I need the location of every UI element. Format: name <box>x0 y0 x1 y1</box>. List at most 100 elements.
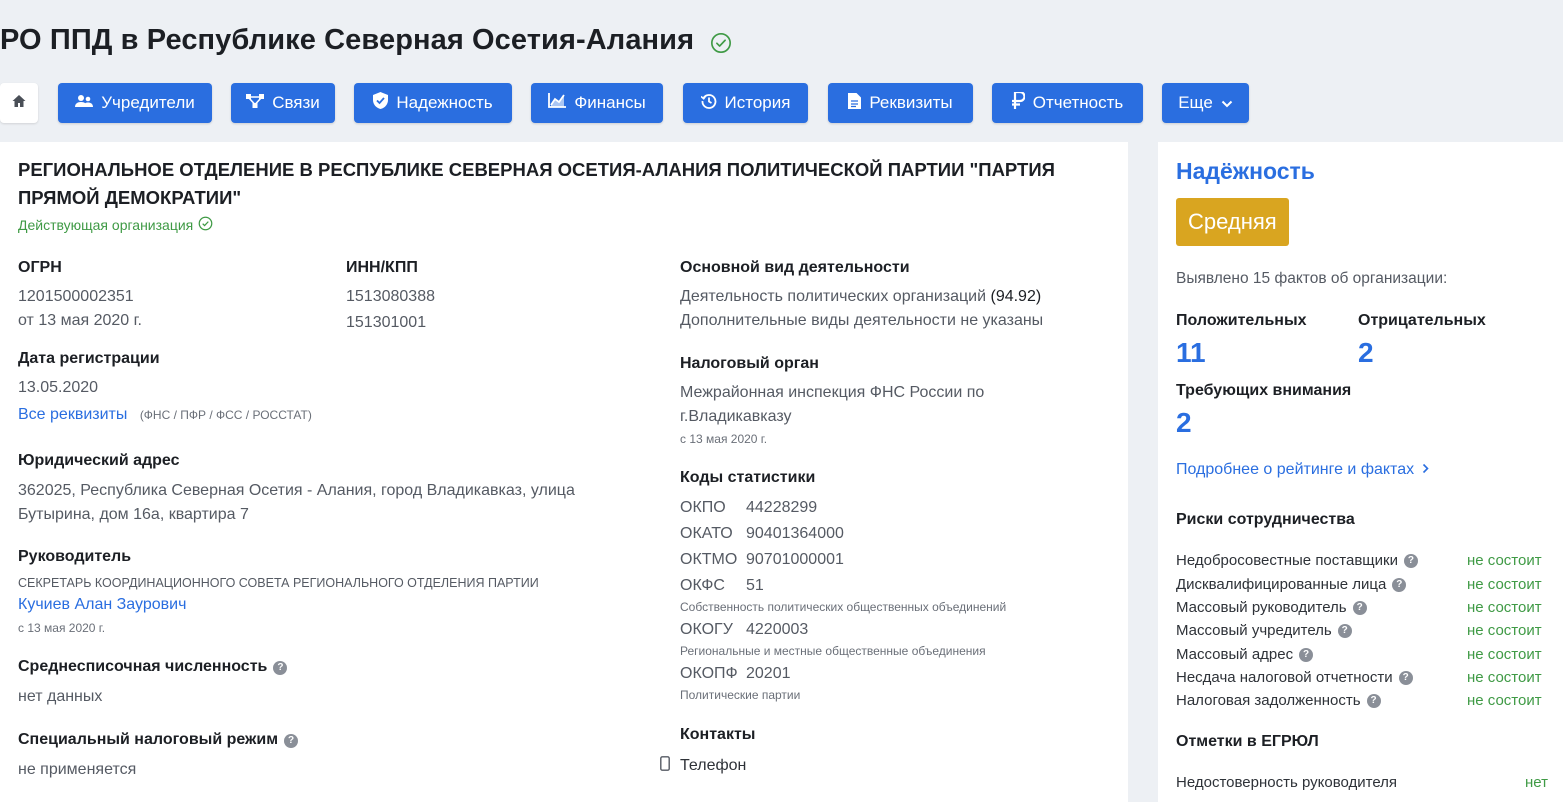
check-circle-icon <box>198 216 213 234</box>
okato-row: ОКАТО 90401364000 <box>680 525 844 542</box>
requisites-sources: (ФНС / ПФР / ФСС / РОССТАТ) <box>139 408 312 422</box>
okopf-row: ОКОПФ 20201 <box>680 665 791 682</box>
negative-label: Отрицательных <box>1358 312 1486 329</box>
tax-office-line1: Межрайонная инспекция ФНС России по <box>680 384 985 401</box>
finance-tab-button[interactable]: Финансы <box>531 83 663 123</box>
attention-label: Требующих внимания <box>1176 382 1352 399</box>
risk-row: Дисквалифицированные лица? <box>1176 576 1407 593</box>
tax-regime-label: Специальный налоговый режим? <box>18 731 299 749</box>
ogrn-date: от 13 мая 2020 г. <box>18 312 142 329</box>
egrul-row: Недостоверность руководителя <box>1176 774 1398 791</box>
risks-label: Риски сотрудничества <box>1176 511 1355 528</box>
activity-label: Основной вид деятельности <box>680 259 910 276</box>
phone-row[interactable]: Телефон <box>660 756 746 776</box>
attention-count[interactable]: 2 <box>1176 407 1192 439</box>
egrul-marks-label: Отметки в ЕГРЮЛ <box>1176 733 1319 750</box>
contacts-label: Контакты <box>680 726 756 743</box>
activity-main: Деятельность политических организаций (9… <box>680 288 1042 305</box>
headcount-label: Среднесписочная численность? <box>18 658 288 676</box>
activity-extra: Дополнительные виды деятельности не указ… <box>680 312 1044 329</box>
more-dropdown-button[interactable]: Еще <box>1162 83 1249 123</box>
help-icon[interactable]: ? <box>1337 623 1352 638</box>
okpo-row: ОКПО 44228299 <box>680 499 818 516</box>
risk-row: Массовый адрес? <box>1176 646 1314 663</box>
help-icon[interactable]: ? <box>1392 577 1407 592</box>
oktmo-row: ОКТМО 90701000001 <box>680 551 844 568</box>
address-line2: Бутырина, дом 16а, квартира 7 <box>18 506 249 523</box>
inn-value: 1513080388 <box>346 288 435 305</box>
risk-value: не состоит <box>1467 599 1542 616</box>
company-short-name: РО ППД в Республике Северная Осетия-Алан… <box>0 24 695 56</box>
risk-value: не состоит <box>1467 576 1542 593</box>
home-icon <box>11 93 27 114</box>
facts-summary: Выявлено 15 фактов об организации: <box>1176 270 1448 287</box>
help-icon[interactable]: ? <box>1299 647 1314 662</box>
users-icon <box>75 93 94 113</box>
links-tab-button[interactable]: Связи <box>231 83 335 123</box>
document-icon <box>848 92 862 114</box>
tax-office-label: Налоговый орган <box>680 355 819 372</box>
address-line1: 362025, Республика Северная Осетия - Ала… <box>18 482 575 499</box>
tax-office-since: с 13 мая 2020 г. <box>680 432 768 446</box>
ogrn-label: ОГРН <box>18 259 62 276</box>
history-tab-button[interactable]: История <box>683 83 808 123</box>
head-since: с 13 мая 2020 г. <box>18 621 106 635</box>
help-icon[interactable]: ? <box>284 733 299 748</box>
help-icon[interactable]: ? <box>1398 670 1413 685</box>
verified-check-icon <box>710 30 732 53</box>
help-icon[interactable]: ? <box>273 660 288 675</box>
risk-value: не состоит <box>1467 669 1542 686</box>
company-full-name: РЕГИОНАЛЬНОЕ ОТДЕЛЕНИЕ В РЕСПУБЛИКЕ СЕВЕ… <box>18 159 1055 208</box>
reliability-level-badge: Средняя <box>1176 198 1289 246</box>
home-button[interactable] <box>0 83 38 123</box>
risk-value: не состоит <box>1467 692 1542 709</box>
chevron-down-icon <box>1221 93 1233 113</box>
shield-icon <box>373 92 389 114</box>
risk-row: Недобросовестные поставщики? <box>1176 552 1418 569</box>
help-icon[interactable]: ? <box>1403 553 1418 568</box>
ruble-icon <box>1011 90 1026 114</box>
risk-value: не состоит <box>1467 646 1542 663</box>
requisites-tab-button[interactable]: Реквизиты <box>828 83 973 123</box>
risk-row: Налоговая задолженность? <box>1176 692 1381 709</box>
okfs-desc: Собственность политических общественных … <box>680 600 1007 614</box>
help-icon[interactable]: ? <box>1366 693 1381 708</box>
phone-icon <box>660 756 670 776</box>
company-info-card <box>0 142 1128 802</box>
risk-value: не состоит <box>1467 552 1542 569</box>
okogu-row: ОКОГУ 4220003 <box>680 621 809 638</box>
reliability-tab-button[interactable]: Надежность <box>354 83 512 123</box>
stats-codes-label: Коды статистики <box>680 469 816 486</box>
chevron-right-icon <box>1422 461 1429 479</box>
okfs-row: ОКФС 51 <box>680 577 764 594</box>
positive-count[interactable]: 11 <box>1176 337 1206 369</box>
network-icon <box>246 93 265 113</box>
tax-regime-value: не применяется <box>18 761 137 778</box>
head-label: Руководитель <box>18 548 132 565</box>
risk-value: не состоит <box>1467 622 1542 639</box>
risk-row: Массовый руководитель? <box>1176 599 1367 616</box>
negative-count[interactable]: 2 <box>1358 337 1374 369</box>
rating-details-link[interactable]: Подробнее о рейтинге и фактах <box>1176 461 1429 479</box>
history-icon <box>700 93 717 114</box>
chart-icon <box>548 93 567 113</box>
risk-row: Несдача налоговой отчетности? <box>1176 669 1413 686</box>
page-title: РО ППД в Республике Северная Осетия-Алан… <box>0 24 732 57</box>
head-name-link[interactable]: Кучиев Алан Заурович <box>18 596 186 614</box>
all-requisites: Все реквизиты (ФНС / ПФР / ФСС / РОССТАТ… <box>18 406 312 424</box>
risk-row: Массовый учредитель? <box>1176 622 1352 639</box>
help-icon[interactable]: ? <box>1352 600 1367 615</box>
positive-label: Положительных <box>1176 312 1307 329</box>
activity-code: (94.92) <box>990 288 1042 305</box>
reliability-title: Надёжность <box>1176 158 1315 184</box>
address-label: Юридический адрес <box>18 452 180 469</box>
okogu-desc: Региональные и местные общественные объе… <box>680 644 986 658</box>
all-requisites-link[interactable]: Все реквизиты <box>18 406 127 423</box>
status-badge: Действующая организация <box>18 216 213 234</box>
headcount-value: нет данных <box>18 688 103 705</box>
egrul-value: нет <box>1525 774 1548 791</box>
inn-kpp-label: ИНН/КПП <box>346 259 418 276</box>
reg-date-label: Дата регистрации <box>18 350 160 367</box>
reports-tab-button[interactable]: Отчетность <box>992 83 1143 123</box>
founders-tab-button[interactable]: Учредители <box>58 83 212 123</box>
